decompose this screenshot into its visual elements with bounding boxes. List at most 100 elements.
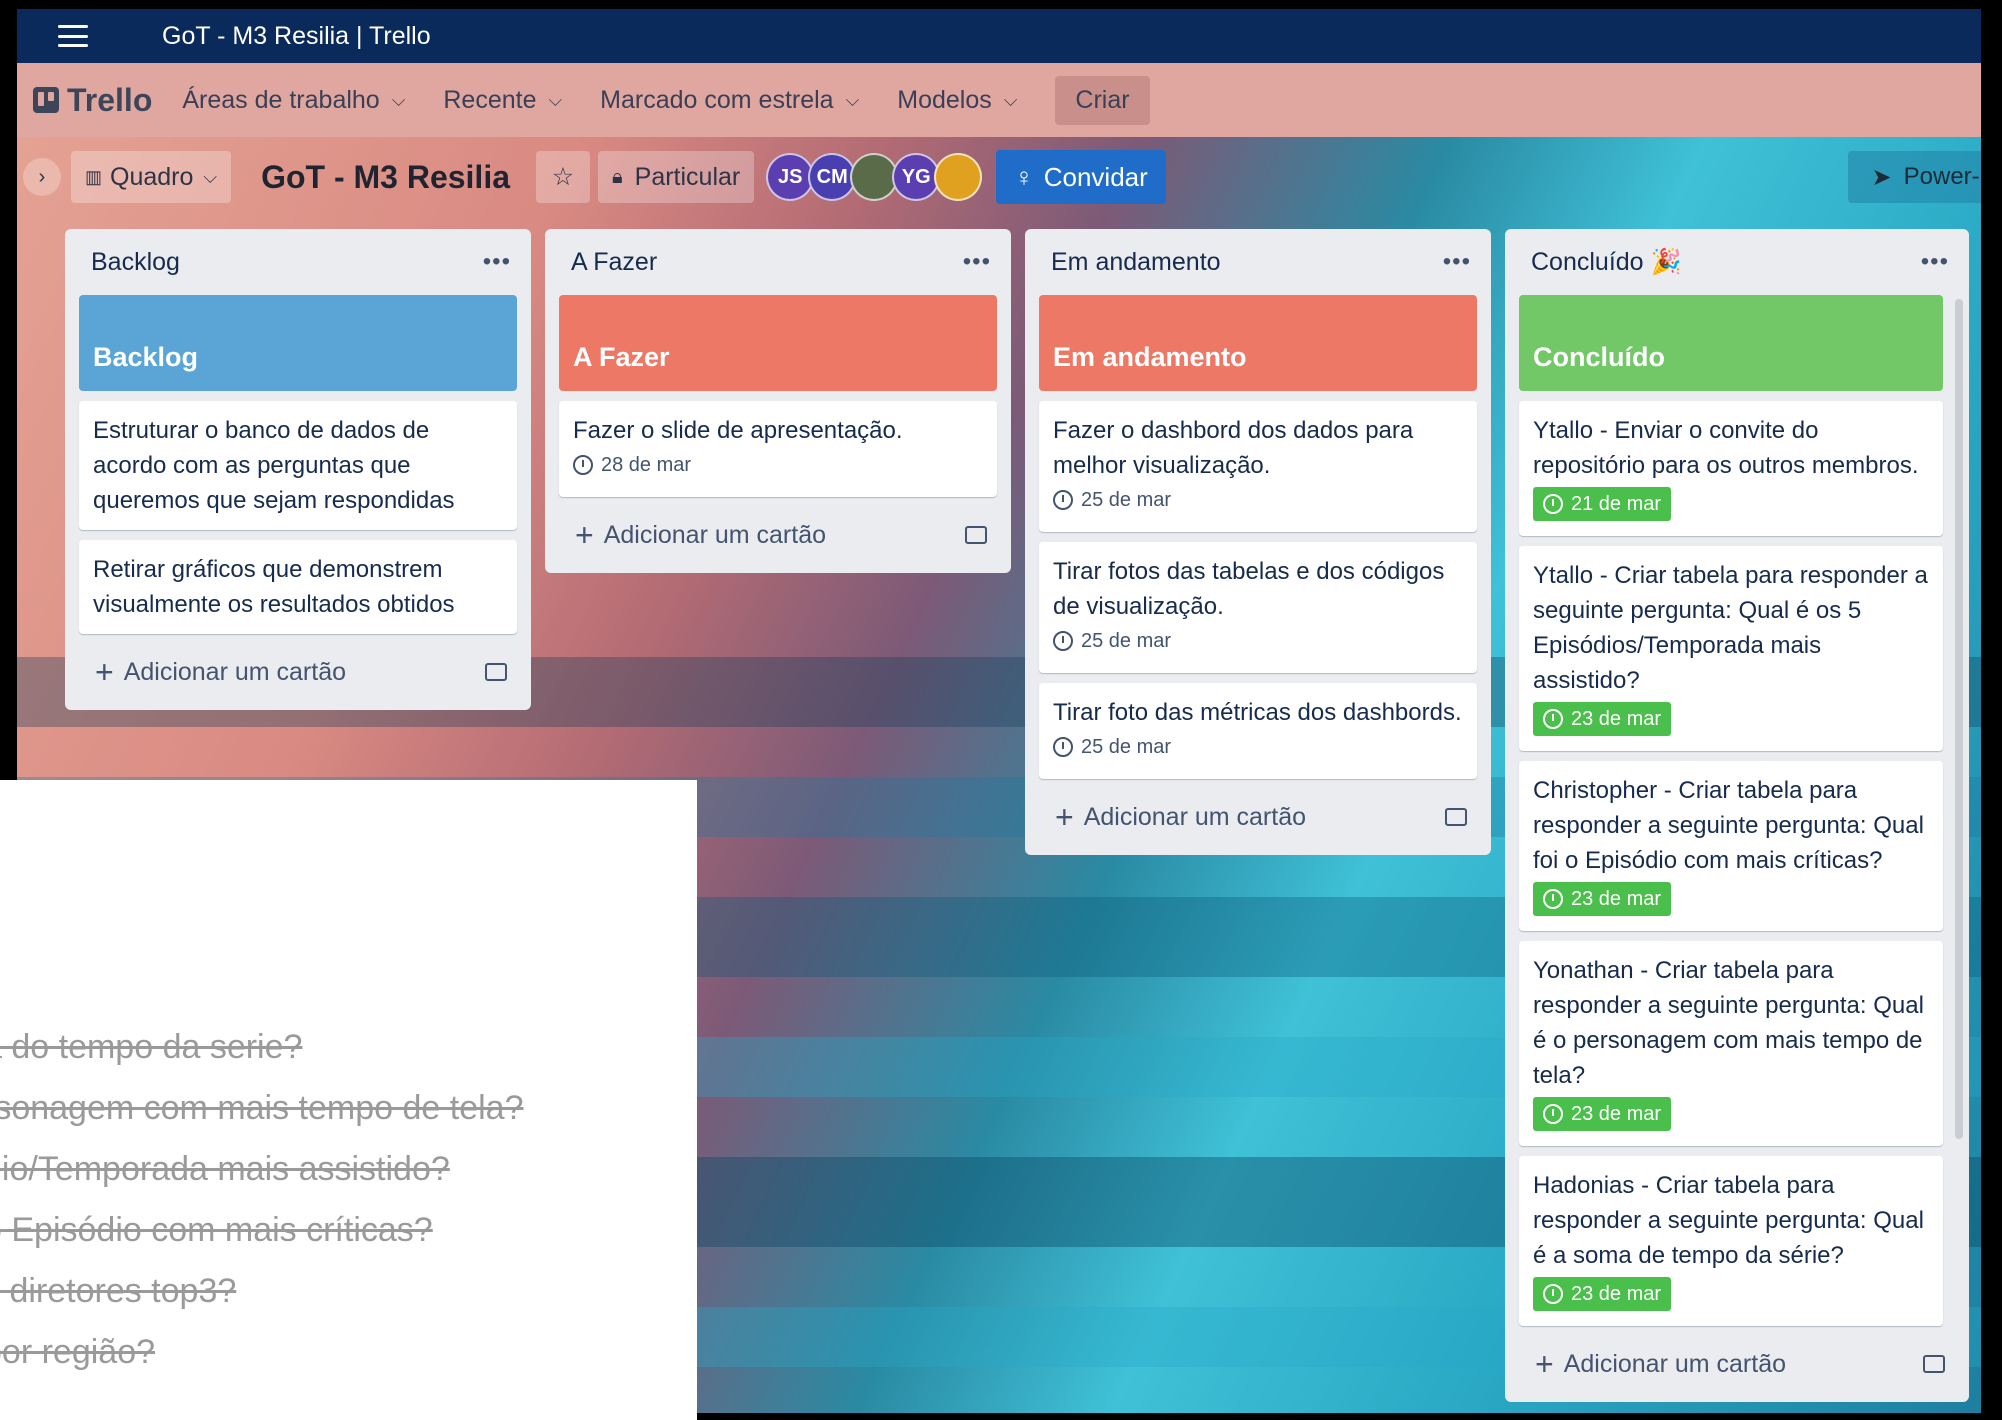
add-card-button[interactable]: + Adicionar um cartão — [559, 507, 997, 563]
list-header[interactable]: Concluído 🎉 ••• — [1505, 229, 1969, 295]
trello-logo[interactable]: Trello — [33, 82, 152, 119]
template-icon[interactable] — [1923, 1355, 1945, 1373]
avatar[interactable] — [850, 153, 899, 201]
cover-card[interactable]: A Fazer — [559, 295, 997, 391]
sidebar-toggle-icon[interactable]: › — [23, 158, 61, 196]
avatar[interactable] — [934, 153, 983, 201]
visibility-button[interactable]: 🔒︎ Particular — [598, 151, 755, 203]
more-icon[interactable]: ••• — [1443, 248, 1471, 276]
struck-question: o Episódio com mais críticas? — [0, 1211, 433, 1249]
list-a-fazer: A Fazer ••• A Fazer Fazer o slide de apr… — [545, 229, 1011, 573]
nav-label: Áreas de trabalho — [182, 85, 380, 114]
template-icon[interactable] — [965, 526, 987, 544]
due-date-badge[interactable]: 25 de mar — [1053, 734, 1171, 760]
clock-icon — [1543, 1104, 1563, 1124]
add-card-button[interactable]: + Adicionar um cartão — [79, 644, 517, 700]
list-scrollbar[interactable] — [1955, 299, 1963, 1139]
due-date: 23 de mar — [1571, 1103, 1662, 1125]
card[interactable]: Ytallo - Criar tabela para responder a s… — [1519, 546, 1943, 751]
nav-workspaces[interactable]: Áreas de trabalho ⌵ — [182, 86, 405, 115]
due-date-badge[interactable]: 25 de mar — [1053, 628, 1171, 654]
due-date-badge[interactable]: 25 de mar — [1053, 487, 1171, 513]
avatar[interactable]: JS — [766, 153, 815, 201]
powerups-button[interactable]: ➤ Power-U — [1847, 151, 1981, 203]
list-concluido: Concluído 🎉 ••• Concluído Ytallo - Envia… — [1505, 229, 1969, 1402]
due-date: 28 de mar — [601, 454, 692, 476]
nav-label: Recente — [443, 85, 537, 114]
avatar[interactable]: CM — [808, 153, 857, 201]
add-card-label: Adicionar um cartão — [123, 657, 347, 686]
list-title: Backlog — [91, 247, 180, 276]
struck-question: dio/Temporada mais assistido? — [0, 1150, 450, 1188]
card-title: Christopher - Criar tabela para responde… — [1533, 777, 1924, 874]
star-button[interactable]: ☆ — [536, 151, 590, 203]
trello-logo-text: Trello — [67, 81, 153, 118]
list-header[interactable]: A Fazer ••• — [545, 229, 1011, 295]
due-date-badge[interactable]: 21 de mar — [1533, 487, 1672, 521]
create-button[interactable]: Criar — [1055, 75, 1150, 125]
list-em-andamento: Em andamento ••• Em andamento Fazer o da… — [1025, 229, 1491, 855]
struck-question: por região? — [0, 1333, 156, 1371]
lock-icon: 🔒︎ — [612, 165, 623, 188]
plus-icon: + — [1535, 1345, 1554, 1382]
due-date-badge[interactable]: 23 de mar — [1533, 1277, 1672, 1311]
more-icon[interactable]: ••• — [483, 248, 511, 276]
card[interactable]: Fazer o dashbord dos dados para melhor v… — [1039, 401, 1477, 532]
card[interactable]: Fazer o slide de apresentação. 28 de mar — [559, 401, 997, 497]
nav-recent[interactable]: Recente ⌵ — [443, 86, 562, 115]
add-card-label: Adicionar um cartão — [603, 520, 827, 549]
due-date-badge[interactable]: 23 de mar — [1533, 882, 1672, 916]
cover-title: Em andamento — [1053, 342, 1247, 372]
due-date-badge[interactable]: 23 de mar — [1533, 702, 1672, 736]
add-card-label: Adicionar um cartão — [1083, 802, 1307, 831]
list-title: Em andamento — [1051, 247, 1221, 276]
struck-question: s diretores top3? — [0, 1272, 237, 1310]
card[interactable]: Hadonias - Criar tabela para responder a… — [1519, 1156, 1943, 1326]
due-date: 25 de mar — [1081, 630, 1172, 652]
cover-title: Concluído — [1533, 342, 1665, 372]
add-card-label: Adicionar um cartão — [1563, 1349, 1787, 1378]
cover-title: A Fazer — [573, 342, 670, 372]
board-title[interactable]: GoT - M3 Resilia — [261, 159, 510, 196]
more-icon[interactable]: ••• — [1921, 248, 1949, 276]
menu-icon[interactable] — [58, 25, 88, 47]
clock-icon — [1543, 1284, 1563, 1304]
list-header[interactable]: Em andamento ••• — [1025, 229, 1491, 295]
add-card-button[interactable]: + Adicionar um cartão — [1519, 1336, 1955, 1392]
nav-starred[interactable]: Marcado com estrela ⌵ — [600, 86, 859, 115]
card[interactable]: Tirar foto das métricas dos dashbords. 2… — [1039, 683, 1477, 779]
cover-card[interactable]: Concluído — [1519, 295, 1943, 391]
list-header[interactable]: Backlog ••• — [65, 229, 531, 295]
plus-icon: + — [575, 516, 594, 553]
card[interactable]: Estruturar o banco de dados de acordo co… — [79, 401, 517, 530]
card[interactable]: Retirar gráficos que demonstrem visualme… — [79, 540, 517, 634]
more-icon[interactable]: ••• — [963, 248, 991, 276]
nav-templates[interactable]: Modelos ⌵ — [897, 86, 1017, 115]
due-date-badge[interactable]: 28 de mar — [573, 452, 691, 478]
template-icon[interactable] — [485, 663, 507, 681]
invite-button[interactable]: ♀︎ Convidar — [996, 150, 1166, 204]
avatar[interactable]: YG — [892, 153, 941, 201]
chevron-down-icon: ⌵ — [203, 166, 218, 187]
visibility-label: Particular — [634, 162, 741, 191]
view-switcher[interactable]: ▥ Quadro ⌵ — [71, 151, 232, 203]
clock-icon — [1053, 737, 1073, 757]
card[interactable]: Tirar fotos das tabelas e dos códigos de… — [1039, 542, 1477, 673]
invite-label: Convidar — [1043, 161, 1148, 192]
due-date: 25 de mar — [1081, 736, 1172, 758]
template-icon[interactable] — [1445, 808, 1467, 826]
cover-card[interactable]: Em andamento — [1039, 295, 1477, 391]
due-date: 23 de mar — [1571, 888, 1662, 910]
card[interactable]: Ytallo - Enviar o convite do repositório… — [1519, 401, 1943, 536]
card[interactable]: Yonathan - Criar tabela para responder a… — [1519, 941, 1943, 1146]
card[interactable]: Christopher - Criar tabela para responde… — [1519, 761, 1943, 931]
add-card-button[interactable]: + Adicionar um cartão — [1039, 789, 1477, 845]
trello-logo-icon — [33, 87, 59, 113]
due-date-badge[interactable]: 23 de mar — [1533, 1097, 1672, 1131]
cover-card[interactable]: Backlog — [79, 295, 517, 391]
plus-icon: + — [1055, 798, 1074, 835]
window-title: GoT - M3 Resilia | Trello — [162, 21, 431, 50]
card-title: Tirar foto das métricas dos dashbords. — [1053, 699, 1462, 726]
list-title: A Fazer — [571, 247, 658, 276]
view-label: Quadro — [110, 162, 194, 191]
